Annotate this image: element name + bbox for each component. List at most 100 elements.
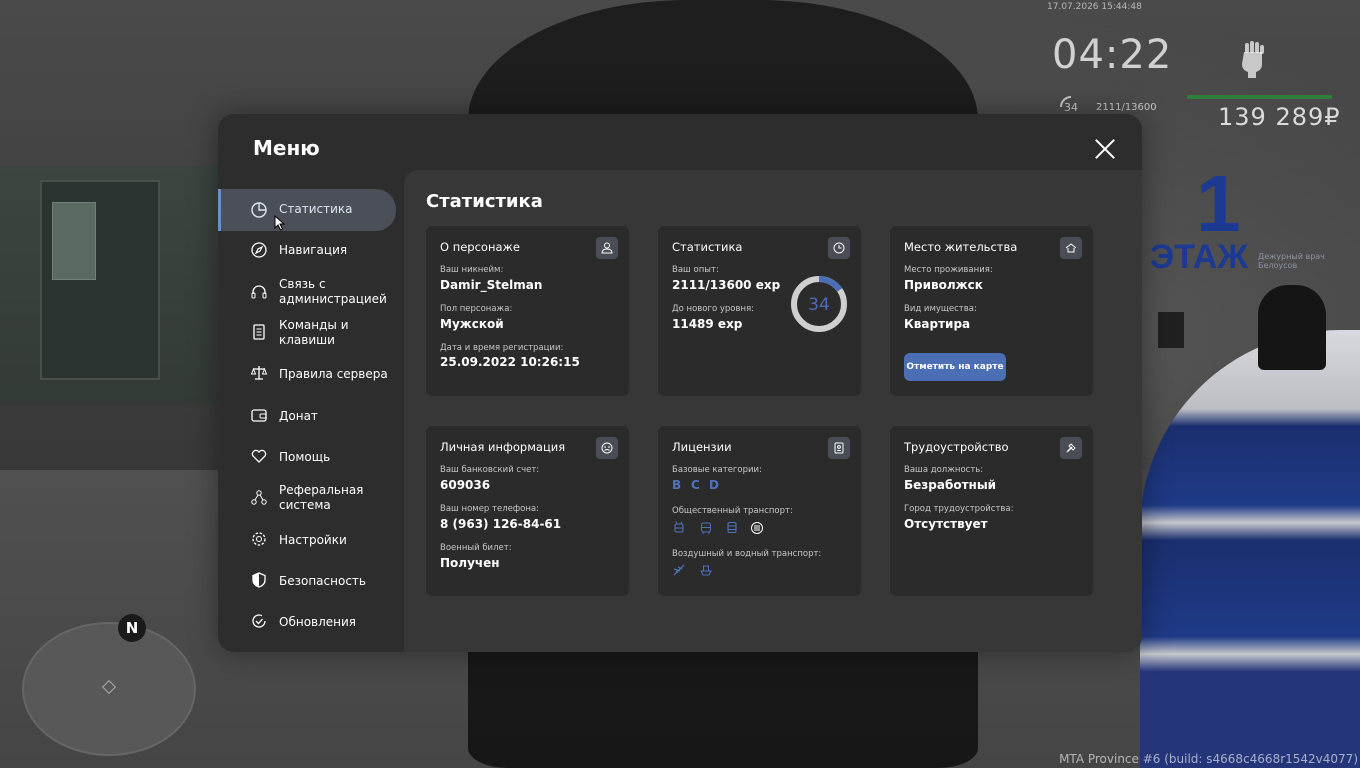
document-icon (250, 323, 268, 341)
card-title: Личная информация (440, 440, 566, 454)
pie-chart-icon (250, 201, 268, 219)
license-category-d: D (709, 478, 719, 492)
sidebar-item-label: Донат (279, 409, 318, 423)
registration-label: Дата и время регистрации: (440, 343, 564, 353)
sidebar-item-label: Помощь (279, 450, 331, 464)
sidebar-item-statistics[interactable]: Статистика (218, 189, 396, 231)
bus-icon (699, 520, 713, 534)
house-icon (1060, 237, 1082, 259)
sidebar-item-commands[interactable]: Команды и клавиши (218, 312, 396, 352)
sidebar-item-rules[interactable]: Правила сервера (218, 353, 396, 393)
sidebar-item-label: Безопасность (279, 574, 366, 588)
card-employment: Трудоустройство Ваша должность: Безработ… (890, 426, 1093, 596)
card-title: Место жительства (904, 240, 1018, 254)
sidebar-item-label: Правила сервера (279, 367, 388, 381)
shield-icon (250, 571, 268, 589)
sidebar-item-label: Обновления (279, 615, 357, 629)
public-transport-label: Общественный транспорт: (672, 506, 793, 516)
phone-value: 8 (963) 126-84-61 (440, 517, 562, 531)
sidebar-item-admin-contact[interactable]: Связь с администрацией (218, 272, 396, 312)
card-title: Статистика (672, 240, 743, 254)
menu-title: Меню (253, 136, 320, 160)
sidebar-item-label: Команды и клавиши (279, 318, 349, 347)
position-label: Ваша должность: (904, 465, 984, 475)
hud-date: 17.07.2026 15:44:48 (1047, 2, 1142, 12)
place-label: Место проживания: (904, 265, 993, 275)
mouse-cursor (274, 215, 286, 231)
sidebar-item-security[interactable]: Безопасность (218, 560, 396, 600)
card-title: Трудоустройство (904, 440, 1009, 454)
bank-label: Ваш банковский счет: (440, 465, 540, 475)
sidebar-item-navigation[interactable]: Навигация (218, 230, 396, 270)
trolleybus-icon (672, 520, 686, 534)
metro-icon (750, 520, 764, 534)
fist-icon (1242, 41, 1264, 78)
face-icon (596, 437, 618, 459)
compass-icon (250, 241, 268, 259)
sidebar-item-settings[interactable]: Настройки (218, 519, 396, 559)
place-value: Приволжск (904, 278, 983, 292)
sidebar-item-updates[interactable]: Обновления (218, 601, 396, 641)
gender-label: Пол персонажа: (440, 304, 513, 314)
content-title: Статистика (426, 191, 543, 212)
level-progress-ring: 34 (791, 276, 847, 332)
hammer-icon (1060, 437, 1082, 459)
hud-exp: 2111/13600 (1096, 102, 1157, 113)
exp-label: Ваш опыт: (672, 265, 719, 275)
world-poster (52, 202, 96, 280)
person-icon (596, 237, 618, 259)
level-number: 34 (808, 295, 830, 315)
floor-sign-number: 1 (1196, 159, 1241, 248)
floor-sign-sub: Дежурный врач Белоусов (1258, 252, 1325, 270)
bank-value: 609036 (440, 478, 491, 492)
scales-icon (250, 364, 268, 382)
card-character: О персонаже Ваш никнейм: Damir_Stelman П… (426, 226, 629, 396)
wallet-icon (250, 406, 268, 424)
minimap-north: N (118, 614, 146, 642)
tram-icon (725, 520, 739, 534)
license-category-c: C (691, 478, 700, 492)
property-label: Вид имущества: (904, 304, 977, 314)
license-category-b: B (672, 478, 682, 492)
close-button[interactable] (1094, 138, 1116, 160)
card-statistics: Статистика Ваш опыт: 2111/13600 exp До н… (658, 226, 861, 396)
build-info: MTA Province #6 (build: s4668c4668r1542v… (1059, 752, 1358, 766)
id-card-icon (828, 437, 850, 459)
world-monitor (1158, 312, 1184, 348)
sidebar-item-label: Реферальная система (279, 483, 364, 512)
exp-value: 2111/13600 exp (672, 278, 781, 292)
sidebar-item-help[interactable]: Помощь (218, 436, 396, 476)
hud-health-bar (1187, 95, 1332, 99)
clock-icon (828, 237, 850, 259)
card-title: О персонаже (440, 240, 520, 254)
sidebar-item-label: Связь с администрацией (279, 277, 387, 306)
position-value: Безработный (904, 478, 997, 492)
nickname-value: Damir_Stelman (440, 278, 543, 292)
network-icon (250, 489, 268, 507)
sidebar-item-donate[interactable]: Донат (218, 395, 396, 435)
next-level-label: До нового уровня: (672, 304, 755, 314)
mark-on-map-button[interactable]: Отметить на карте (904, 353, 1006, 381)
military-label: Военный билет: (440, 543, 512, 553)
sidebar-item-label: Статистика (279, 202, 353, 216)
heart-hands-icon (250, 447, 268, 465)
hud-money: 139 289₽ (1218, 103, 1341, 131)
headset-icon (250, 283, 268, 301)
sidebar-item-label: Настройки (279, 533, 347, 547)
sidebar-item-referral[interactable]: Реферальная система (218, 478, 396, 518)
air-water-transport-label: Воздушный и водный транспорт: (672, 549, 822, 559)
plane-icon (672, 562, 686, 576)
card-licenses: Лицензии Базовые категории: B C D Общест… (658, 426, 861, 596)
boat-icon (699, 562, 713, 576)
basic-categories-label: Базовые категории: (672, 465, 762, 475)
employment-city-label: Город трудоустройства: (904, 504, 1014, 514)
refresh-check-icon (250, 612, 268, 630)
gear-icon (250, 530, 268, 548)
sidebar-item-label: Навигация (279, 243, 348, 257)
military-value: Получен (440, 556, 500, 570)
property-value: Квартира (904, 317, 971, 331)
gender-value: Мужской (440, 317, 504, 331)
phone-label: Ваш номер телефона: (440, 504, 539, 514)
next-level-value: 11489 exp (672, 317, 743, 331)
world-npc (1258, 285, 1326, 370)
